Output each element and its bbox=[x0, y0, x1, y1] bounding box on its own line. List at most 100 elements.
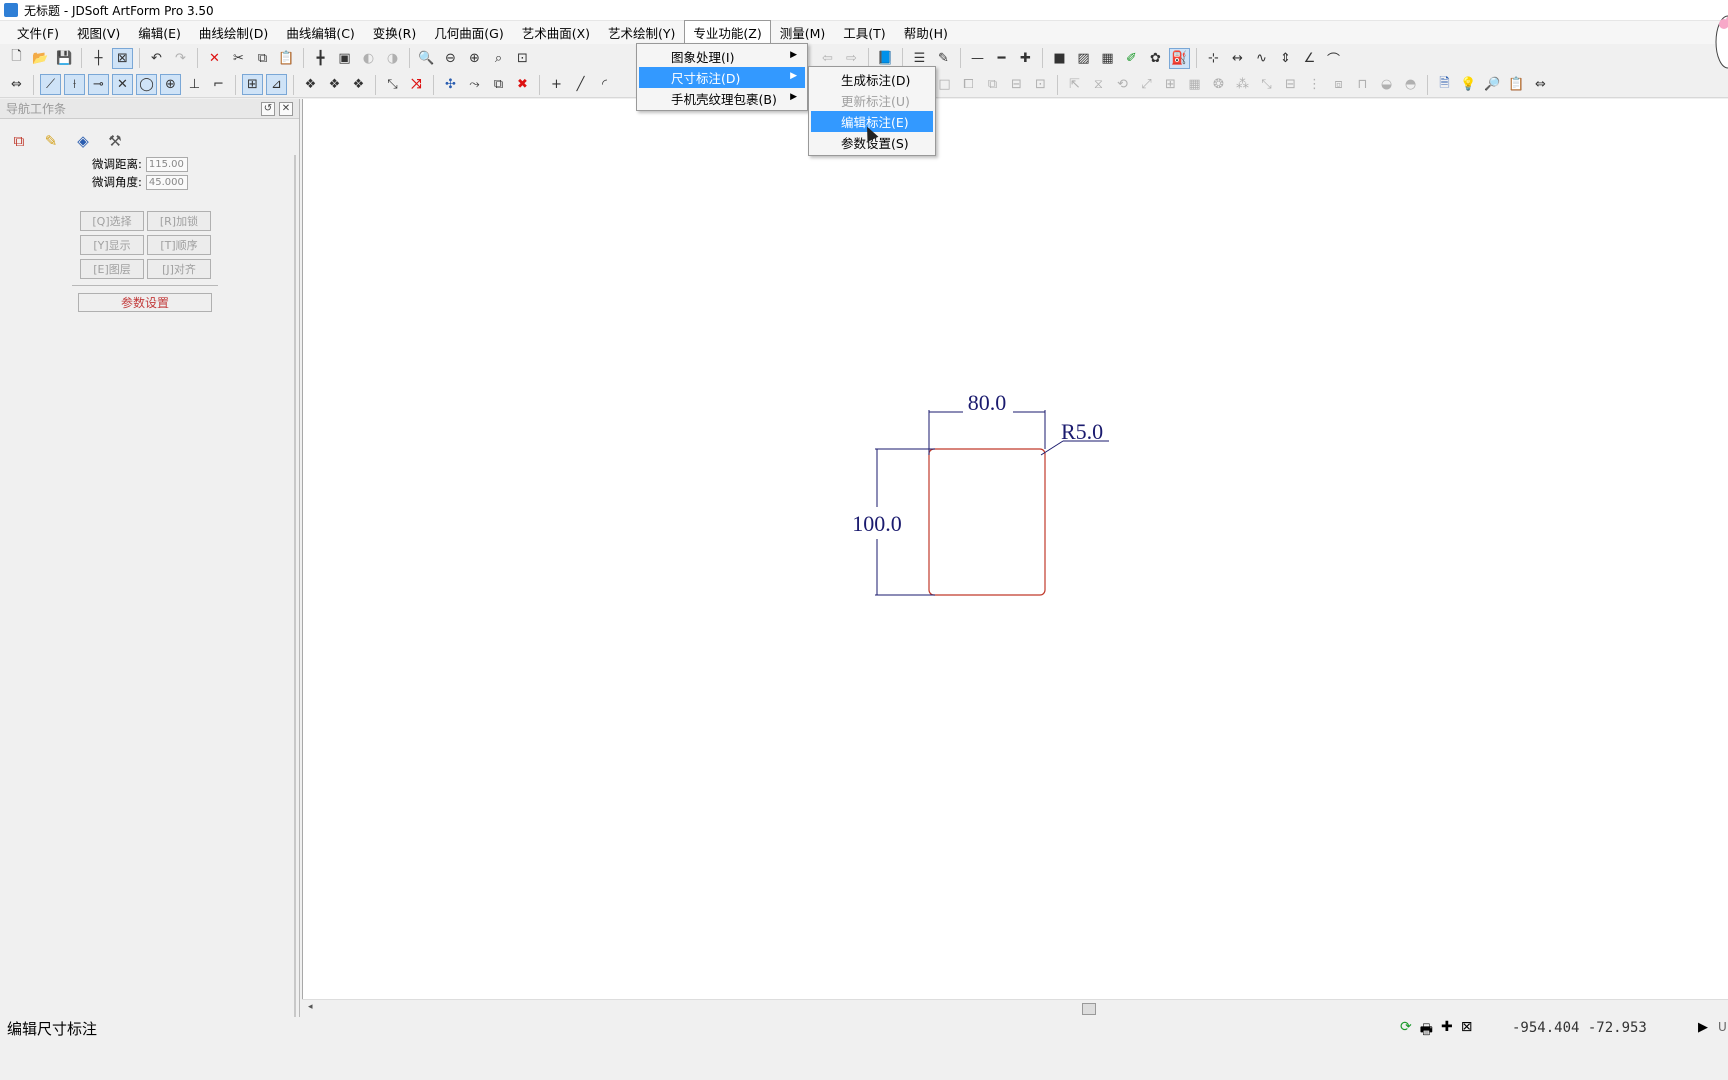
pin-icon[interactable]: ↺ bbox=[261, 101, 275, 116]
menu-art-surface[interactable]: 艺术曲面(X) bbox=[513, 20, 599, 45]
view-cube-icon[interactable]: ▣ bbox=[334, 48, 355, 69]
snap-perpendicular-icon[interactable]: ⊥ bbox=[184, 74, 205, 95]
move-icon[interactable]: ⇱ bbox=[1064, 74, 1085, 95]
menu-item-create-dimension[interactable]: 生成标注(D) bbox=[811, 69, 933, 90]
unpick-icon[interactable]: ⤨ bbox=[406, 74, 427, 95]
zoom-previous-icon[interactable]: ⌕ bbox=[488, 48, 509, 69]
search-tool-icon[interactable]: 🔎 bbox=[1482, 74, 1503, 95]
menu-file[interactable]: 文件(F) bbox=[8, 20, 68, 45]
fill-bucket-icon[interactable]: ⛽ bbox=[1169, 47, 1190, 69]
pick-icon[interactable]: ⤡ bbox=[382, 74, 403, 95]
menu-help[interactable]: 帮助(H) bbox=[895, 20, 957, 45]
snap-circle-icon[interactable]: ◯ bbox=[136, 74, 157, 95]
arc-icon[interactable]: ◜ bbox=[594, 74, 615, 95]
bend-icon[interactable]: ◒ bbox=[1376, 74, 1397, 95]
menu-item-dimension[interactable]: 尺寸标注(D) ▶ bbox=[639, 67, 805, 88]
rounded-rectangle[interactable] bbox=[928, 448, 1046, 596]
panel-splitter[interactable] bbox=[294, 155, 296, 1017]
copy-icon[interactable]: ⧉ bbox=[252, 48, 273, 69]
menu-item-image-processing[interactable]: 图象处理(I) ▶ bbox=[639, 46, 805, 67]
radius-dimension-text[interactable]: R5.0 bbox=[1061, 419, 1103, 444]
line-style-icon[interactable]: — bbox=[967, 48, 988, 69]
rotate-icon[interactable]: ⟲ bbox=[1112, 74, 1133, 95]
ortho-icon[interactable]: ⊿ bbox=[266, 74, 287, 95]
snap-quadrant-icon[interactable]: ⊕ bbox=[160, 74, 181, 95]
fine-distance-field[interactable] bbox=[145, 156, 188, 172]
menu-view[interactable]: 视图(V) bbox=[68, 20, 129, 45]
redo-icon[interactable]: ↷ bbox=[170, 48, 191, 69]
snap-intersection-icon[interactable]: ✕ bbox=[112, 74, 133, 95]
menu-geometric-surface[interactable]: 几何曲面(G) bbox=[425, 20, 512, 45]
surface-tab-icon[interactable]: ◈ bbox=[70, 129, 96, 153]
trim-icon[interactable]: ✣ bbox=[440, 74, 461, 95]
menu-tools[interactable]: 工具(T) bbox=[834, 20, 894, 45]
twist-icon[interactable]: ◓ bbox=[1400, 74, 1421, 95]
gradient-icon[interactable]: ▨ bbox=[1073, 48, 1094, 69]
extend-icon[interactable]: ⤳ bbox=[464, 74, 485, 95]
menu-edit[interactable]: 编辑(E) bbox=[129, 20, 190, 45]
new-file-icon[interactable]: 🗋 bbox=[6, 48, 27, 69]
scroll-thumb[interactable] bbox=[1082, 1003, 1096, 1015]
param-settings-button[interactable]: 参数设置 bbox=[78, 293, 212, 312]
edit-tab-icon[interactable]: ✎ bbox=[38, 129, 64, 153]
brush-icon[interactable]: ✐ bbox=[1121, 48, 1142, 69]
clipboard-tool-icon[interactable]: 📋 bbox=[1506, 74, 1527, 95]
menu-professional[interactable]: 专业功能(Z) bbox=[684, 20, 771, 45]
menu-transform[interactable]: 变换(R) bbox=[364, 20, 425, 45]
close-icon[interactable]: ✕ bbox=[279, 101, 293, 116]
zoom-window-icon[interactable]: 🔍 bbox=[416, 48, 437, 69]
shape-c-icon[interactable]: ❖ bbox=[348, 74, 369, 95]
menu-measure[interactable]: 测量(M) bbox=[771, 20, 835, 45]
snap-endpoint-icon[interactable]: ⟋ bbox=[40, 74, 61, 95]
project-icon[interactable]: ⊓ bbox=[1352, 74, 1373, 95]
scale-icon[interactable]: ⤢ bbox=[1136, 74, 1157, 95]
zoom-out-icon[interactable]: ⊖ bbox=[440, 48, 461, 69]
height-dimension-text[interactable]: 100.0 bbox=[852, 511, 902, 536]
mirror-icon[interactable]: ⧖ bbox=[1088, 74, 1109, 95]
snap-center-icon[interactable]: ⊸ bbox=[88, 74, 109, 95]
menu-curve-draw[interactable]: 曲线绘制(D) bbox=[190, 20, 277, 45]
rect-icon[interactable]: □ bbox=[934, 74, 955, 95]
box-x-icon[interactable]: ⊠ bbox=[1461, 1019, 1473, 1043]
distribute-icon[interactable]: ⋮ bbox=[1304, 74, 1325, 95]
scatter-icon[interactable]: ⁂ bbox=[1232, 74, 1253, 95]
union-icon[interactable]: ⧉ bbox=[982, 74, 1003, 95]
measure-height-icon[interactable]: ⇕ bbox=[1275, 48, 1296, 69]
width-dimension-text[interactable]: 80.0 bbox=[968, 390, 1007, 415]
measure-angle-icon[interactable]: ∠ bbox=[1299, 48, 1320, 69]
measure-distance-icon[interactable]: ↔ bbox=[1227, 48, 1248, 69]
cross-icon[interactable]: ✚ bbox=[1441, 1019, 1453, 1043]
crosshair-icon[interactable]: ┼ bbox=[88, 48, 109, 69]
print-icon[interactable]: 🖶 bbox=[1420, 1019, 1433, 1043]
color-black-icon[interactable]: ■ bbox=[1049, 48, 1070, 69]
align-icon[interactable]: ⊟ bbox=[1280, 74, 1301, 95]
wrap-icon[interactable]: ⧈ bbox=[1328, 74, 1349, 95]
undo-icon[interactable]: ↶ bbox=[146, 48, 167, 69]
drawing-canvas[interactable]: 80.0 100.0 R5.0 bbox=[302, 99, 1728, 999]
point-icon[interactable]: + bbox=[546, 74, 567, 95]
snap-tangent-icon[interactable]: ⌐ bbox=[208, 74, 229, 95]
save-icon[interactable]: 💾 bbox=[54, 48, 75, 69]
horizontal-scrollbar[interactable]: ◂ bbox=[302, 999, 1728, 1017]
select-tab-icon[interactable]: ⧉ bbox=[6, 129, 32, 153]
order-button[interactable]: [T]顺序 bbox=[147, 235, 211, 255]
rect-array-icon[interactable]: ▦ bbox=[1184, 74, 1205, 95]
point-style-icon[interactable]: ✚ bbox=[1015, 48, 1036, 69]
material-icon[interactable]: ◑ bbox=[382, 48, 403, 69]
stretch-icon[interactable]: ⤡ bbox=[1256, 74, 1277, 95]
align-button[interactable]: [J]对齐 bbox=[147, 259, 211, 279]
tools-tab-icon[interactable]: ⚒ bbox=[102, 129, 128, 153]
measure-curve-icon[interactable]: ∿ bbox=[1251, 48, 1272, 69]
render-icon[interactable]: ◐ bbox=[358, 48, 379, 69]
lock-button[interactable]: [R]加锁 bbox=[147, 211, 211, 231]
fit-view-icon[interactable]: ⊠ bbox=[112, 47, 133, 69]
fine-angle-field[interactable] bbox=[145, 174, 188, 190]
shape-b-icon[interactable]: ❖ bbox=[324, 74, 345, 95]
measure-arc-icon[interactable]: ⌒ bbox=[1323, 48, 1344, 69]
page-icon[interactable]: 🗎 bbox=[1434, 74, 1455, 95]
menu-art-draw[interactable]: 艺术绘制(Y) bbox=[599, 20, 684, 45]
delete-entity-icon[interactable]: ✖ bbox=[512, 74, 533, 95]
open-file-icon[interactable]: 📂 bbox=[30, 48, 51, 69]
spray-icon[interactable]: ✿ bbox=[1145, 48, 1166, 69]
cut-icon[interactable]: ✂ bbox=[228, 48, 249, 69]
